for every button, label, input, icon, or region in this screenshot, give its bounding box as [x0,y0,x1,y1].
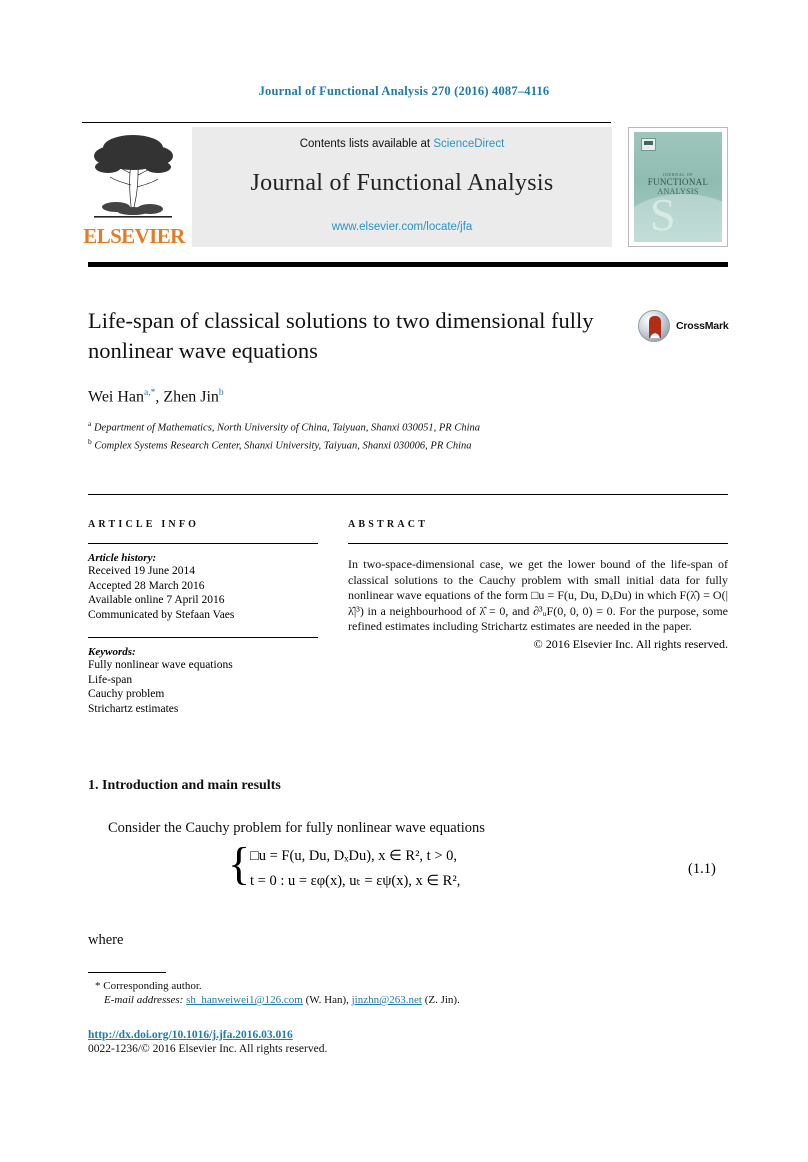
corresponding-author-note: * Corresponding author. [95,980,202,992]
header-thick-rule [88,262,728,267]
sciencedirect-link[interactable]: ScienceDirect [433,138,504,150]
section-heading-introduction: 1. Introduction and main results [88,778,281,793]
info-section-rule [88,494,728,495]
keyword-item: Cauchy problem [88,688,165,700]
equation-line-2: t = 0 : u = εφ(x), uₜ = εψ(x), x ∈ R², [250,873,461,889]
equation-line-1: □u = F(u, Du, DₓDu), x ∈ R², t > 0, [250,848,458,864]
intro-paragraph-1: Consider the Cauchy problem for fully no… [108,820,485,836]
email-addresses-label: E-mail addresses: [104,994,184,1006]
contents-available-line: Contents lists available at ScienceDirec… [192,138,612,150]
crossmark-book-icon [649,316,661,338]
doi-link[interactable]: http://dx.doi.org/10.1016/j.jfa.2016.03.… [88,1029,293,1041]
keywords-block: Keywords: Fully nonlinear wave equations… [88,637,318,716]
equation-number: (1.1) [688,861,716,877]
equation-brace: { [228,838,251,889]
crossmark-circle-icon [638,310,670,342]
banner-center-panel: Contents lists available at ScienceDirec… [192,127,612,247]
elsevier-wordmark: ELSEVIER [83,224,185,248]
journal-banner: ELSEVIER Contents lists available at Sci… [82,127,728,249]
email-owner-han: (W. Han), [305,994,349,1006]
affiliation-a: a Department of Mathematics, North Unive… [88,417,628,435]
abstract-column: ABSTRACT In two-space-dimensional case, … [348,519,728,652]
email-link-jin[interactable]: jinzhn@263.net [352,994,422,1006]
equation-1-1-block: { □u = F(u, Du, DₓDu), x ∈ R², t > 0, t … [88,841,728,905]
journal-title: Journal of Functional Analysis [250,170,554,196]
keywords-label: Keywords: [88,646,136,658]
page-title: Life-span of classical solutions to two … [88,308,594,363]
history-communicated-by: Communicated by Stefaan Vaes [88,608,235,621]
cover-title-line-3: ANALYSIS [657,187,699,196]
keyword-item: Life-span [88,673,133,686]
journal-cover-thumbnail[interactable]: S JOURNAL OF FUNCTIONAL ANALYSIS [628,127,728,247]
article-info-heading: ARTICLE INFO [88,519,200,530]
article-info-column: ARTICLE INFO Article history: Received 1… [88,519,318,716]
corresponding-marker: * [95,980,101,992]
elsevier-tree-icon [86,129,180,221]
affiliations: a Department of Mathematics, North Unive… [88,417,628,453]
corresponding-text: Corresponding author. [103,980,202,992]
keyword-item: Strichartz estimates [88,702,179,715]
elsevier-logo: ELSEVIER [82,127,186,248]
article-history-label: Article history: [88,552,157,564]
footnote-rule [88,972,166,973]
affiliation-a-text: Department of Mathematics, North Univers… [93,422,481,434]
paper-page: Journal of Functional Analysis 270 (2016… [0,0,808,1162]
keyword-item: Fully nonlinear wave equations [88,659,233,671]
affiliation-marker-b: b [88,437,92,446]
abstract-text: In two-space-dimensional case, we get th… [348,557,728,634]
sciencedirect-mark-icon [641,138,656,151]
abstract-divider [348,543,728,544]
cover-initial-letter: S [650,189,676,240]
issn-copyright-line: 0022-1236/© 2016 Elsevier Inc. All right… [88,1043,328,1055]
contents-prefix: Contents lists available at [299,138,434,150]
article-info-divider [88,543,318,544]
running-head: Journal of Functional Analysis 270 (2016… [258,84,550,98]
abstract-heading: ABSTRACT [348,519,429,530]
email-owner-jin: (Z. Jin). [424,994,460,1006]
email-link-han[interactable]: sh_hanweiwei1@126.com [186,994,303,1006]
keywords-divider [88,637,318,638]
history-accepted: Accepted 28 March 2016 [88,579,205,592]
banner-top-rule [82,122,611,123]
intro-paragraph-2: where [88,932,124,948]
history-received: Received 19 June 2014 [88,565,195,577]
cover-title-line-2: FUNCTIONAL [647,177,709,187]
journal-cover-art: S JOURNAL OF FUNCTIONAL ANALYSIS [634,132,722,242]
author-list: Wei Hana,*, Zhen Jinb [88,388,224,406]
email-addresses-note: E-mail addresses: sh_hanweiwei1@126.com … [104,994,460,1006]
abstract-copyright: © 2016 Elsevier Inc. All rights reserved… [533,636,728,651]
history-available-online: Available online 7 April 2016 [88,594,225,606]
affiliation-marker-a: a [88,419,92,428]
affiliation-b-text: Complex Systems Research Center, Shanxi … [94,440,472,452]
crossmark-label: CrossMark [676,320,729,332]
cover-swoosh-decor [634,194,722,242]
crossmark-badge[interactable]: CrossMark [638,310,730,344]
affiliation-b: b Complex Systems Research Center, Shanx… [88,435,628,453]
journal-url-link[interactable]: www.elsevier.com/locate/jfa [192,221,612,233]
